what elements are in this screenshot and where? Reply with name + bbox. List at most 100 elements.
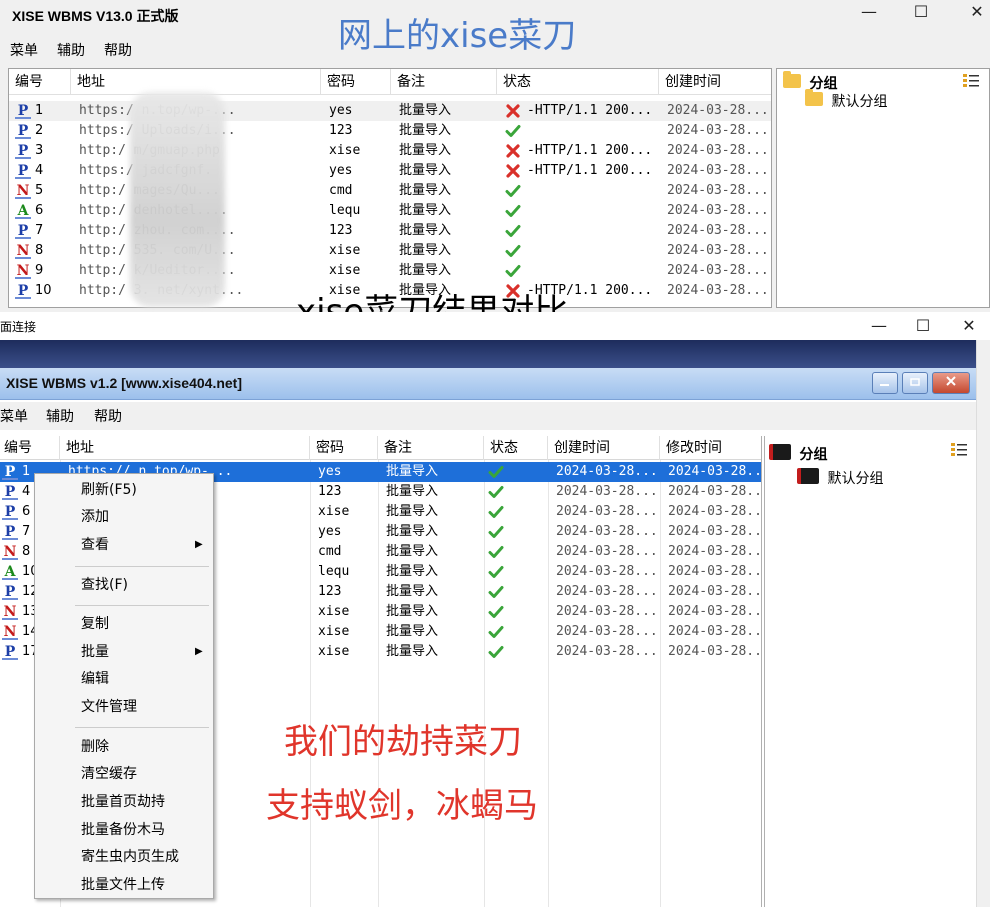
table-row[interactable]: N8http:/ 535. com/U...xise批量导入2024-03-28… [9,241,771,261]
ctx-view[interactable]: 查看 [81,534,109,556]
row-created: 2024-03-28... [667,183,769,198]
ctx-add[interactable]: 添加 [81,506,109,528]
row-modified: 2024-03-28... [668,484,762,499]
table-row[interactable]: P7http:/ zhou. com....123批量导入2024-03-28.… [9,221,771,241]
row-note: 批量导入 [399,223,452,238]
group-default[interactable]: 默认分组 [805,89,887,111]
shell-type-icon: P [2,644,18,660]
ctx-file-manager[interactable]: 文件管理 [81,696,137,718]
row-created: 2024-03-28... [556,564,658,579]
col-created[interactable]: 创建时间 [659,69,771,95]
maximize-button[interactable]: ☐ [900,314,946,340]
col-status[interactable]: 状态 [497,69,659,95]
row-status [484,502,548,522]
window-title: XISE WBMS V13.0 正式版 [12,8,179,24]
group-panel: 分组 默认分组 [776,68,990,308]
minimize-button[interactable]: — [846,0,892,26]
ctx-delete[interactable]: 删除 [81,736,109,758]
close-button[interactable] [932,372,970,394]
window-caption: XISE WBMS v1.2 [www.xise404.net] [0,368,976,400]
row-status [484,462,548,482]
menu-main[interactable]: 菜单 [0,406,28,426]
row-password: xise [329,263,361,278]
shell-type-icon: P [2,464,18,480]
shell-list-table[interactable]: 编号 地址 密码 备注 状态 创建时间 P1https:/ n.top/wp-.… [8,68,772,308]
table-row[interactable]: P2https:/ Uploads/i...123批量导入2024-03-28.… [9,121,771,141]
ctx-batch[interactable]: 批量 [81,641,109,663]
row-status [484,522,548,542]
col-id[interactable]: 编号 [9,69,71,95]
table-row[interactable]: N9http:/ k/Ueditor....xise批量导入2024-03-28… [9,261,771,281]
shell-type-icon: N [2,624,18,640]
table-row[interactable]: P1https:/ n.top/wp-...yes批量导入-HTTP/1.1 2… [9,101,771,121]
row-password: xise [318,504,350,519]
row-modified: 2024-03-28... [668,584,762,599]
ctx-edit[interactable]: 编辑 [81,668,109,690]
scrollbar[interactable] [976,340,990,907]
row-id: 4 [22,484,31,499]
ctx-copy[interactable]: 复制 [81,613,109,635]
shell-type-icon: N [15,263,31,279]
shell-type-icon: P [15,283,31,299]
folder-icon [783,71,801,88]
table-row[interactable]: N5http:/ mages/Qu...cmd批量导入2024-03-28... [9,181,771,201]
close-button[interactable]: ✕ [946,314,990,340]
restore-button[interactable] [902,372,928,394]
ctx-refresh[interactable]: 刷新(F5) [81,479,137,501]
menu-main[interactable]: 菜单 [10,40,38,60]
row-modified: 2024-03-28... [668,624,762,639]
group-default[interactable]: 默认分组 [797,468,883,488]
row-status [497,121,659,141]
shell-type-icon: N [2,544,18,560]
col-created[interactable]: 创建时间 [548,436,660,460]
col-status[interactable]: 状态 [484,436,548,460]
x-icon [505,103,521,119]
row-status [484,482,548,502]
table-row[interactable]: A6http:/ denhotel....lequ批量导入2024-03-28.… [9,201,771,221]
row-status [484,582,548,602]
submenu-arrow-icon: ▶ [195,646,203,657]
minimize-button[interactable] [872,372,898,394]
col-note[interactable]: 备注 [391,69,497,95]
row-status [497,261,659,281]
minimize-button[interactable]: — [856,314,902,340]
ctx-clear-cache[interactable]: 清空缓存 [81,763,137,785]
row-note: 批量导入 [399,203,452,218]
list-view-icon[interactable] [951,442,967,456]
row-created: 2024-03-28... [667,203,769,218]
group-panel: 分组 默认分组 [764,436,976,907]
menu-assist[interactable]: 辅助 [57,40,85,60]
col-modified[interactable]: 修改时间 [660,436,761,460]
row-id: 8 [22,544,31,559]
row-id: 8 [35,243,44,258]
close-button[interactable]: ✕ [954,0,990,26]
row-status [484,622,548,642]
table-header: 编号 地址 密码 备注 状态 创建时间 [9,69,771,95]
ctx-batch-file-upload[interactable]: 批量文件上传 [81,874,165,896]
list-view-icon[interactable] [963,73,979,87]
table-row[interactable]: P3http:/ m/gmuap.phpxise批量导入-HTTP/1.1 20… [9,141,771,161]
row-created: 2024-03-28... [667,123,769,138]
row-created: 2024-03-28... [556,504,658,519]
col-password[interactable]: 密码 [321,69,391,95]
ctx-batch-homepage-hijack[interactable]: 批量首页劫持 [81,791,165,813]
col-password[interactable]: 密码 [310,436,378,460]
table-row[interactable]: P4https:/ jadcfgnf.yes批量导入-HTTP/1.1 200.… [9,161,771,181]
menu-help[interactable]: 帮助 [104,40,132,60]
col-id[interactable]: 编号 [0,436,60,460]
row-password: xise [318,644,350,659]
menu-assist[interactable]: 辅助 [46,406,74,426]
shell-type-icon: N [2,604,18,620]
ctx-batch-backup-trojan[interactable]: 批量备份木马 [81,819,165,841]
shell-type-icon: P [15,163,31,179]
status-text: -HTTP/1.1 200... [527,103,653,118]
group-root[interactable]: 分组 [769,444,827,464]
menu-help[interactable]: 帮助 [94,406,122,426]
col-address[interactable]: 地址 [60,436,310,460]
ctx-find[interactable]: 查找(F) [81,574,128,596]
ctx-parasite-page-gen[interactable]: 寄生虫内页生成 [81,846,179,868]
row-modified: 2024-03-28... [668,524,762,539]
maximize-button[interactable]: ☐ [898,0,944,26]
col-note[interactable]: 备注 [378,436,484,460]
row-id: 10 [35,283,52,298]
